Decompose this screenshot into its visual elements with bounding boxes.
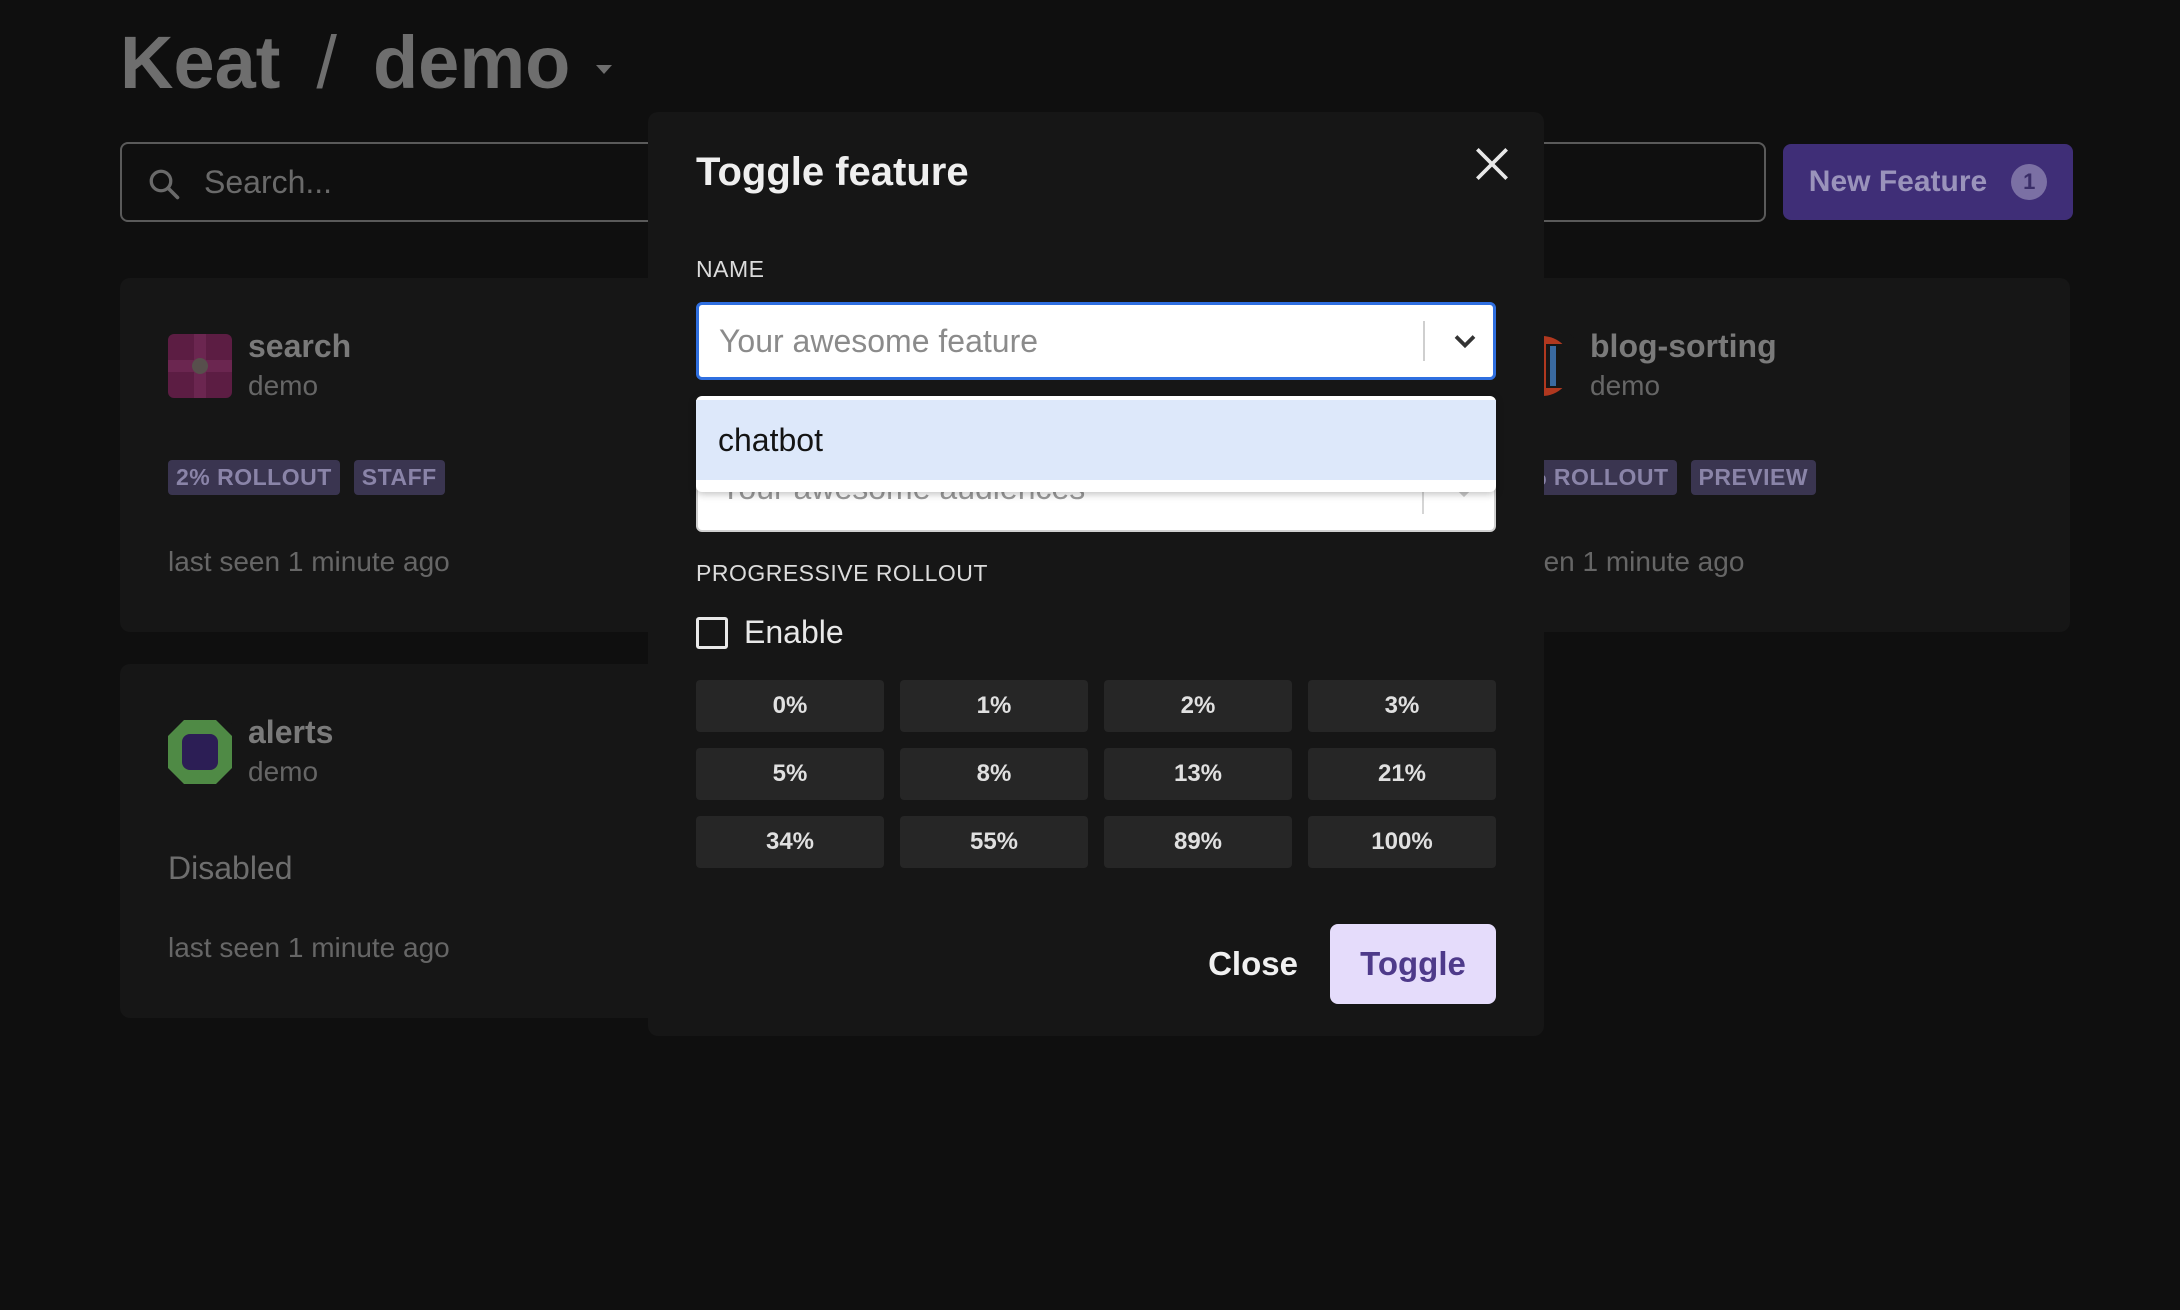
search-input[interactable] — [202, 144, 602, 220]
audience-badge: PREVIEW — [1690, 460, 1817, 495]
close-button[interactable]: Close — [1168, 924, 1338, 1004]
breadcrumb-org[interactable]: Keat — [120, 20, 280, 105]
name-label: NAME — [696, 256, 765, 282]
percentage-button[interactable]: 8% — [900, 748, 1088, 800]
progressive-rollout-label: PROGRESSIVE ROLLOUT — [696, 560, 988, 586]
toggle-button[interactable]: Toggle — [1330, 924, 1496, 1004]
toggle-feature-modal: Toggle feature NAME Your awesome audienc… — [648, 112, 1544, 1036]
percentage-button[interactable]: 34% — [696, 816, 884, 868]
percentage-button[interactable]: 89% — [1104, 816, 1292, 868]
feature-avatar-icon — [168, 334, 232, 398]
last-seen-text: seen 1 minute ago — [1514, 546, 1745, 577]
enable-label[interactable]: Enable — [744, 614, 844, 651]
feature-name: blog-sorting — [1590, 328, 1777, 364]
select-divider — [1423, 321, 1425, 361]
feature-name-select[interactable]: Your awesome feature — [696, 302, 1496, 380]
rollout-badge: 2% ROLLOUT — [168, 460, 340, 495]
new-feature-label: New Feature — [1808, 165, 1988, 198]
percentage-button[interactable]: 55% — [900, 816, 1088, 868]
dropdown-option-chatbot[interactable]: chatbot — [696, 400, 1496, 480]
percentage-button[interactable]: 13% — [1104, 748, 1292, 800]
feature-name-dropdown: chatbot — [696, 396, 1496, 492]
feature-badges: 2% ROLLOUT STAFF — [168, 460, 445, 495]
percentage-button[interactable]: 3% — [1308, 680, 1496, 732]
breadcrumb-app[interactable]: demo — [373, 20, 570, 105]
feature-card-alerts-container: alerts demo Disabled last seen 1 minute … — [120, 664, 680, 1018]
new-feature-button[interactable]: New Feature 1 — [1783, 144, 2073, 220]
percentage-button[interactable]: 5% — [696, 748, 884, 800]
feature-status: Disabled — [168, 850, 293, 886]
modal-title: Toggle feature — [696, 150, 969, 194]
last-seen-text: last seen 1 minute ago — [168, 932, 450, 963]
feature-environment: demo — [248, 756, 319, 787]
feature-environment: demo — [248, 370, 319, 401]
enable-checkbox[interactable] — [696, 616, 728, 649]
percentage-button[interactable]: 21% — [1308, 748, 1496, 800]
search-icon — [149, 169, 180, 200]
percentage-button[interactable]: 0% — [696, 680, 884, 732]
percentage-button[interactable]: 100% — [1308, 816, 1496, 868]
rollout-percentage-grid: 0% 1% 2% 3% 5% 8% 13% 21% 34% 55% 89% 10… — [696, 680, 1496, 868]
feature-badges: % ROLLOUT PREVIEW — [1518, 460, 1817, 495]
feature-name-placeholder: Your awesome feature — [719, 323, 1039, 359]
percentage-button[interactable]: 2% — [1104, 680, 1292, 732]
feature-environment: demo — [1590, 370, 1661, 401]
chevron-down-icon[interactable] — [1447, 323, 1483, 359]
feature-name: search — [248, 328, 352, 364]
breadcrumb: Keat / demo — [120, 20, 613, 105]
last-seen-text: last seen 1 minute ago — [168, 546, 450, 577]
close-icon[interactable] — [1470, 142, 1514, 186]
caret-down-icon[interactable] — [596, 64, 613, 74]
audience-badge: STAFF — [353, 460, 445, 495]
percentage-button[interactable]: 1% — [900, 680, 1088, 732]
breadcrumb-separator: / — [316, 20, 337, 104]
feature-avatar-icon — [168, 720, 232, 784]
feature-name: alerts — [248, 714, 334, 750]
new-feature-count-badge: 1 — [2011, 164, 2048, 200]
enable-row: Enable — [696, 614, 844, 651]
